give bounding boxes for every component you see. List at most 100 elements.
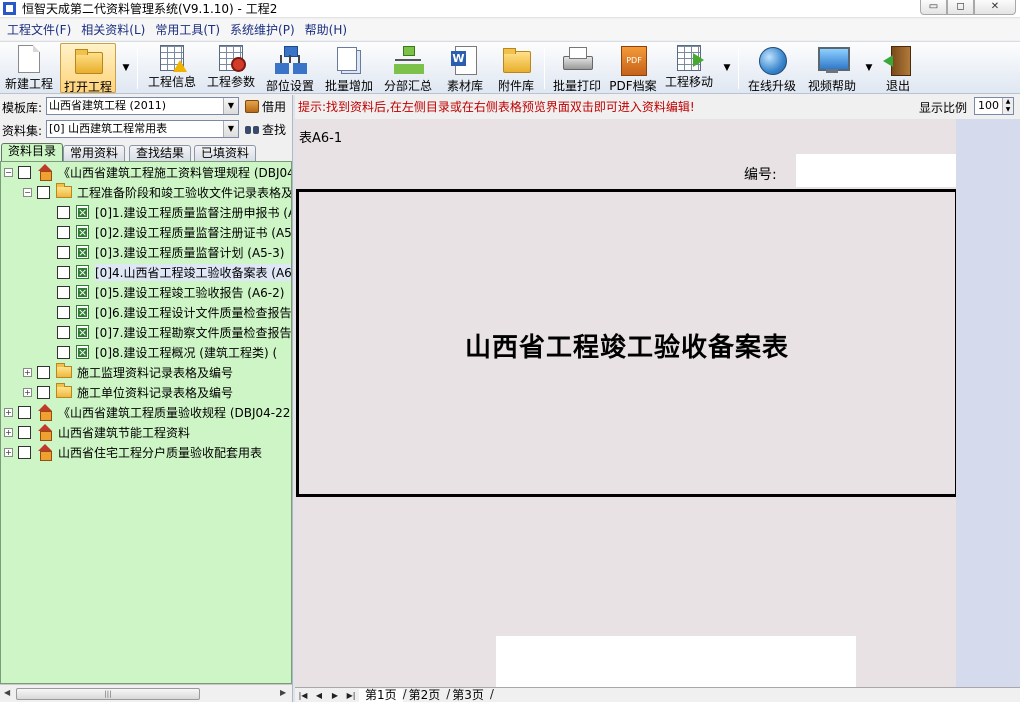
spinner-icon[interactable]: ▲ ▼ — [1002, 98, 1013, 114]
collapse-icon[interactable]: − — [4, 167, 13, 177]
open-project-button[interactable]: 打开工程 — [60, 43, 116, 94]
dataset-select[interactable]: [0] 山西建筑工程常用表 ▼ — [46, 120, 239, 138]
material-lib-button[interactable]: 素材库 — [440, 43, 490, 93]
prev-page-icon[interactable]: ◀ — [311, 689, 327, 702]
project-move-button[interactable]: 工程移动 — [661, 43, 717, 93]
search-button[interactable]: 查找 — [245, 119, 286, 139]
close-button[interactable]: ✕ — [974, 0, 1016, 15]
template-label: 模板库: — [2, 101, 43, 115]
project-params-button[interactable]: 工程参数 — [203, 43, 259, 93]
video-help-dropdown[interactable]: ▼ — [862, 44, 876, 92]
tree-item-overview[interactable]: [0]8.建设工程概况 (建筑工程类) ( — [57, 343, 277, 361]
project-move-dropdown[interactable]: ▼ — [720, 44, 734, 92]
page-tab-2[interactable]: 第2页 — [403, 688, 450, 702]
expand-icon[interactable]: + — [4, 427, 13, 437]
tree-horizontal-scrollbar[interactable]: ◀ ||| ▶ — [0, 684, 292, 702]
zoom-label: 显示比例 — [918, 101, 967, 115]
expand-icon[interactable]: + — [23, 387, 32, 397]
minimize-button[interactable]: ▭ — [920, 0, 947, 15]
tree-node-contractor[interactable]: + 施工单位资料记录表格及编号 — [23, 383, 233, 401]
tree-node-residential[interactable]: + 山西省住宅工程分户质量验收配套用表 — [4, 443, 262, 461]
exit-button[interactable]: 退出 — [878, 43, 918, 93]
menu-maintenance[interactable]: 系统维护(P) — [225, 21, 300, 38]
dataset-select-value: [0] 山西建筑工程常用表 — [49, 122, 168, 135]
video-help-button[interactable]: 视频帮助 — [804, 43, 860, 93]
first-page-icon[interactable]: |◀ — [295, 689, 311, 702]
checkbox[interactable] — [57, 205, 70, 219]
form-footer-cell[interactable] — [496, 636, 856, 687]
checkbox[interactable] — [18, 165, 31, 179]
checkbox[interactable] — [57, 285, 70, 299]
part-settings-button[interactable]: 部位设置 — [262, 43, 318, 93]
open-project-dropdown[interactable]: ▼ — [119, 44, 133, 92]
borrow-button[interactable]: 借用 — [245, 96, 286, 116]
checkbox[interactable] — [57, 345, 70, 359]
tab-catalog[interactable]: 资料目录 — [1, 143, 64, 161]
project-info-label: 工程信息 — [147, 75, 196, 89]
excel-sheet-icon — [76, 325, 89, 339]
expand-icon[interactable]: + — [4, 407, 13, 417]
checkbox[interactable] — [37, 385, 50, 399]
menu-file[interactable]: 工程文件(F) — [2, 21, 76, 38]
page-tab-1[interactable]: 第1页 — [359, 688, 406, 702]
checkbox[interactable] — [18, 445, 31, 459]
tree-node-quality-acceptance[interactable]: + 《山西省建筑工程质量验收规程 (DBJ04-226- — [4, 403, 291, 421]
menu-tools[interactable]: 常用工具(T) — [150, 21, 225, 38]
number-field[interactable] — [796, 154, 956, 187]
checkbox[interactable] — [57, 245, 70, 259]
menu-related[interactable]: 相关资料(L) — [76, 21, 150, 38]
tree-node-prep-stage[interactable]: − 工程准备阶段和竣工验收文件记录表格及 — [23, 183, 291, 201]
new-project-button[interactable]: 新建工程 — [2, 43, 56, 93]
sub-summary-button[interactable]: 分部汇总 — [380, 43, 436, 93]
batch-add-button[interactable]: 批量增加 — [320, 43, 378, 93]
expand-icon[interactable]: + — [4, 447, 13, 457]
printer-icon — [562, 45, 593, 75]
next-page-icon[interactable]: ▶ — [327, 689, 343, 702]
form-cover-box[interactable]: 山西省工程竣工验收备案表 — [296, 189, 956, 497]
last-page-icon[interactable]: ▶| — [343, 689, 359, 702]
checkbox[interactable] — [57, 265, 70, 279]
maximize-button[interactable]: ◻ — [947, 0, 974, 15]
tree-node-label: 山西省住宅工程分户质量验收配套用表 — [58, 445, 263, 460]
tree-item-a6-1[interactable]: [0]4.山西省工程竣工验收备案表 (A6- — [57, 263, 291, 281]
batch-add-label: 批量增加 — [324, 79, 373, 93]
expand-icon[interactable]: + — [23, 367, 32, 377]
project-move-label: 工程移动 — [664, 75, 713, 89]
checkbox[interactable] — [57, 225, 70, 239]
tab-search-results[interactable]: 查找结果 — [129, 145, 192, 161]
pdf-archive-button[interactable]: PDF档案 — [608, 43, 658, 93]
checkbox[interactable] — [37, 365, 50, 379]
tree-item-a5-2[interactable]: [0]2.建设工程质量监督注册证书 (A5- — [57, 223, 291, 241]
menu-help[interactable]: 帮助(H) — [300, 21, 352, 38]
scrollbar-thumb[interactable]: ||| — [16, 688, 200, 700]
tree-item-a6-2[interactable]: [0]5.建设工程竣工验收报告 (A6-2) — [57, 283, 284, 301]
project-info-button[interactable]: 工程信息 — [144, 43, 200, 93]
tab-filled[interactable]: 已填资料 — [194, 145, 257, 161]
checkbox[interactable] — [18, 425, 31, 439]
collapse-icon[interactable]: − — [23, 187, 32, 197]
number-label: 编号: — [744, 167, 777, 183]
tree-item-survey-check[interactable]: [0]7.建设工程勘察文件质量检查报告 — [57, 323, 291, 341]
tree-item-a5-1[interactable]: [0]1.建设工程质量监督注册申报书 (A — [57, 203, 291, 221]
page-tab-3[interactable]: 第3页 — [446, 688, 493, 702]
online-upgrade-button[interactable]: 在线升级 — [744, 43, 800, 93]
zoom-input[interactable]: 100 ▲ ▼ — [974, 97, 1014, 115]
scroll-right-icon[interactable]: ▶ — [280, 688, 286, 697]
batch-print-button[interactable]: 批量打印 — [549, 43, 605, 93]
checkbox[interactable] — [57, 305, 70, 319]
tab-common[interactable]: 常用资料 — [63, 145, 126, 161]
checkbox[interactable] — [57, 325, 70, 339]
borrow-label: 借用 — [262, 99, 287, 114]
form-preview[interactable]: 表A6-1 编号: 山西省工程竣工验收备案表 — [295, 119, 956, 687]
tree-item-design-check[interactable]: [0]6.建设工程设计文件质量检查报告 — [57, 303, 291, 321]
project-params-label: 工程参数 — [206, 75, 255, 89]
tree-node-energy-saving[interactable]: + 山西省建筑节能工程资料 — [4, 423, 190, 441]
scroll-left-icon[interactable]: ◀ — [4, 688, 10, 697]
tree-node-spec-construction[interactable]: − 《山西省建筑工程施工资料管理规程 (DBJ04- — [4, 163, 291, 181]
template-select[interactable]: 山西省建筑工程 (2011) ▼ — [46, 97, 239, 115]
tree-item-a5-3[interactable]: [0]3.建设工程质量监督计划 (A5-3) — [57, 243, 284, 261]
attachment-lib-button[interactable]: 附件库 — [492, 43, 540, 93]
tree-node-supervision[interactable]: + 施工监理资料记录表格及编号 — [23, 363, 233, 381]
checkbox[interactable] — [18, 405, 31, 419]
checkbox[interactable] — [37, 185, 50, 199]
